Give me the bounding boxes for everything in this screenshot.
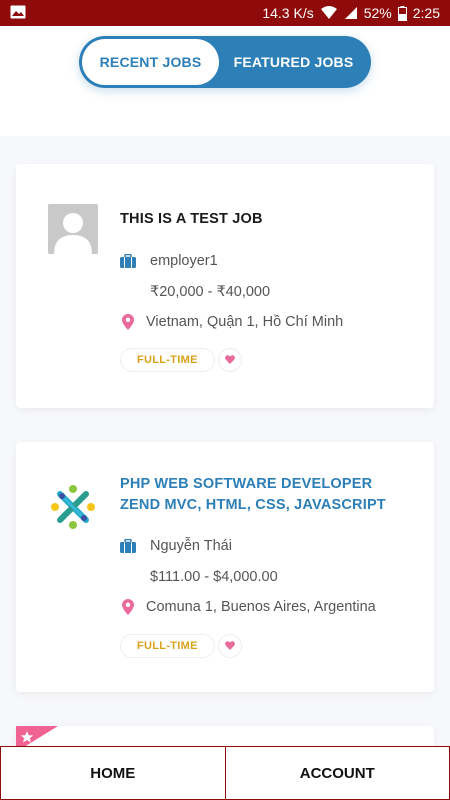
job-title[interactable]: THIS IS A TEST JOB [120,209,263,230]
tab-featured-jobs[interactable]: FEATURED JOBS [219,39,368,85]
job-type-badge: FULL-TIME [120,634,215,658]
job-location: Comuna 1, Buenos Aires, Argentina [120,599,376,615]
job-employer: Nguyễn Thái [120,538,232,554]
battery-level: 52% [363,5,392,21]
job-tabs: RECENT JOBS FEATURED JOBS [79,36,371,88]
employer-name: employer1 [150,253,218,269]
company-logo-icon [48,482,98,532]
heart-icon [225,351,235,369]
bottom-nav: HOME ACCOUNT [0,746,450,800]
battery-icon [397,5,407,21]
job-card[interactable]: THIS IS A TEST JOB employer1 ₹20,000 - ₹… [16,164,434,408]
job-card[interactable]: PHP WEB SOFTWARE DEVELOPER ZEND MVC, HTM… [16,442,434,692]
image-icon [10,5,26,22]
header: RECENT JOBS FEATURED JOBS [0,26,450,136]
job-employer: employer1 [120,253,218,269]
favorite-button[interactable] [218,634,242,658]
signal-icon [344,6,358,20]
location-pin-icon [120,599,136,615]
tab-recent-jobs[interactable]: RECENT JOBS [82,39,219,85]
avatar-placeholder-icon [48,204,98,254]
nav-home[interactable]: HOME [1,747,225,799]
job-type-badge: FULL-TIME [120,348,215,372]
clock: 2:25 [412,5,440,21]
job-title[interactable]: PHP WEB SOFTWARE DEVELOPER ZEND MVC, HTM… [120,474,410,516]
nav-account[interactable]: ACCOUNT [224,747,450,799]
location-text: Comuna 1, Buenos Aires, Argentina [146,599,376,615]
briefcase-icon [120,254,136,268]
location-text: Vietnam, Quận 1, Hồ Chí Minh [146,314,344,330]
favorite-button[interactable] [218,348,242,372]
network-speed: 14.3 K/s [262,5,314,21]
employer-name: Nguyễn Thái [150,538,232,554]
status-bar: 14.3 K/s 52% 2:25 [0,0,450,26]
briefcase-icon [120,539,136,553]
job-salary: ₹20,000 - ₹40,000 [150,284,271,300]
job-salary: $111.00 - $4,000.00 [150,569,278,585]
wifi-icon [320,6,338,20]
heart-icon [225,637,235,655]
location-pin-icon [120,314,136,330]
job-location: Vietnam, Quận 1, Hồ Chí Minh [120,314,343,330]
